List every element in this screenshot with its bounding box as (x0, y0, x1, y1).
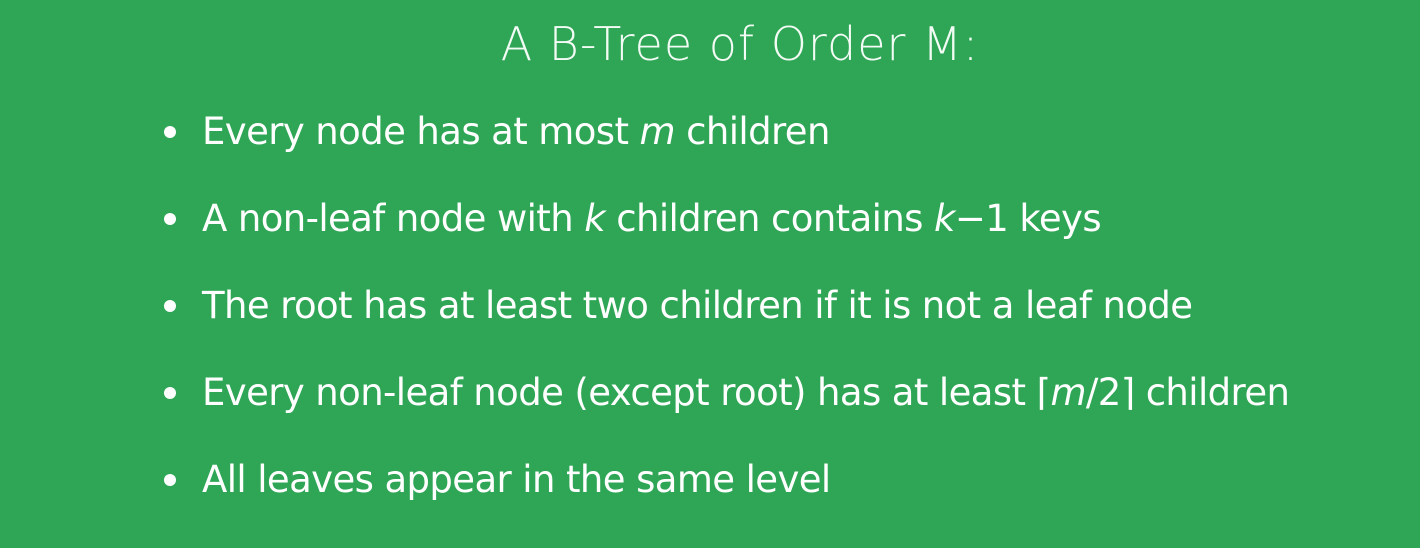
bullet-text: Every node has at most (202, 110, 640, 153)
bullet-item: Every non-leaf node (except root) has at… (160, 369, 1290, 456)
bullet-dot-icon (164, 300, 176, 312)
bullet-variable: m (1050, 371, 1086, 414)
bullet-text: The root has at least two children if it… (202, 284, 1193, 327)
bullet-variable: m (639, 110, 676, 153)
bullet-item: A non-leaf node with k children contains… (160, 195, 1289, 282)
bullet-text: All leaves appear in the same level (202, 458, 831, 501)
bullet-text: children contains (605, 197, 935, 240)
bullet-text: A non-leaf node with (202, 197, 585, 240)
bullet-variable: k (934, 197, 955, 240)
bullet-dot-icon (164, 213, 176, 225)
bullet-list: Every node has at most m children A non-… (160, 108, 1290, 543)
bullet-text: Every non-leaf node (except root) has at… (202, 371, 1051, 414)
bullet-item: Every node has at most m children (160, 108, 1289, 195)
bullet-text: −1 keys (954, 197, 1102, 240)
bullet-text: children (675, 110, 830, 153)
bullet-text: /2⌉ children (1085, 371, 1290, 414)
bullet-item: All leaves appear in the same level (160, 456, 1289, 543)
slide-title: A B-Tree of Order M: (500, 17, 980, 71)
bullet-variable: k (584, 197, 606, 240)
bullet-dot-icon (164, 126, 176, 138)
bullet-dot-icon (164, 474, 176, 486)
slide: A B-Tree of Order M: Every node has at m… (0, 0, 1420, 548)
bullet-dot-icon (164, 387, 176, 399)
bullet-item: The root has at least two children if it… (160, 282, 1289, 369)
